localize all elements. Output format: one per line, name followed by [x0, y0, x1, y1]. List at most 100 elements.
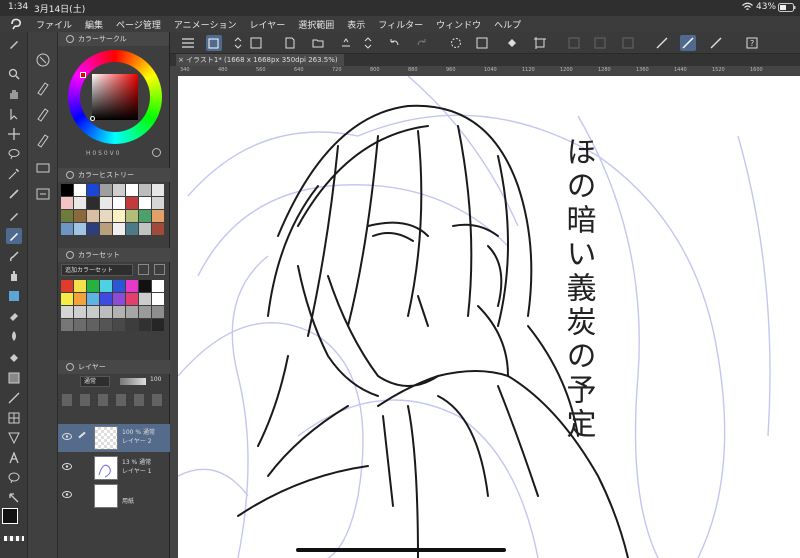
history-swatch[interactable]	[87, 197, 99, 209]
canvas-tab[interactable]: × イラスト1* (1668 x 1668px 350dpi 263.5%)	[176, 54, 344, 66]
blend-icon[interactable]	[6, 328, 22, 344]
color-set-swatch[interactable]	[113, 280, 125, 292]
history-swatch[interactable]	[126, 223, 138, 235]
menu-view[interactable]: 表示	[347, 18, 365, 31]
history-swatch[interactable]	[61, 223, 73, 235]
history-swatch[interactable]	[139, 197, 151, 209]
subtool-pen4-icon[interactable]	[35, 160, 51, 176]
color-set-swatch[interactable]	[61, 319, 73, 331]
subtool-pen5-icon[interactable]	[35, 186, 51, 202]
export-icon[interactable]	[338, 35, 354, 51]
text-icon[interactable]	[6, 450, 22, 466]
frame-icon[interactable]	[6, 410, 22, 426]
menu-file[interactable]: ファイル	[36, 18, 72, 31]
airbrush-icon[interactable]	[6, 268, 22, 284]
color-set-swatch[interactable]	[87, 319, 99, 331]
history-swatch[interactable]	[74, 184, 86, 196]
layer-toolbar[interactable]	[62, 394, 166, 406]
color-set-add-icon[interactable]	[154, 264, 165, 275]
main-color-swatch[interactable]	[2, 508, 18, 524]
color-set-swatch[interactable]	[139, 293, 151, 305]
color-set-swatch[interactable]	[126, 319, 138, 331]
color-set-swatch[interactable]	[100, 319, 112, 331]
layer-row[interactable]: 100 % 通常 レイヤー 2	[58, 424, 170, 452]
balloon-icon[interactable]	[6, 470, 22, 486]
blend-mode-select[interactable]: 通常	[80, 376, 110, 387]
history-swatch[interactable]	[61, 210, 73, 222]
color-set-swatch[interactable]	[139, 319, 151, 331]
history-swatch[interactable]	[74, 197, 86, 209]
correct-line-icon[interactable]	[6, 490, 22, 506]
ruler-icon[interactable]	[6, 430, 22, 446]
color-set-swatch[interactable]	[100, 293, 112, 305]
history-swatch[interactable]	[113, 210, 125, 222]
history-swatch[interactable]	[126, 197, 138, 209]
help-icon[interactable]: ?	[744, 35, 760, 51]
subtool-pen1-icon[interactable]	[35, 80, 51, 96]
menu-page[interactable]: ページ管理	[116, 18, 161, 31]
history-swatch[interactable]	[61, 184, 73, 196]
menu-layer[interactable]: レイヤー	[250, 18, 286, 31]
color-set-swatch[interactable]	[74, 319, 86, 331]
history-swatch[interactable]	[100, 223, 112, 235]
color-set-swatch[interactable]	[61, 293, 73, 305]
move-layer-icon[interactable]	[6, 126, 22, 142]
invert-selection-icon[interactable]	[592, 35, 608, 51]
eye-icon[interactable]	[62, 463, 72, 470]
color-marker[interactable]	[90, 116, 95, 121]
history-swatch[interactable]	[152, 184, 164, 196]
figure-icon[interactable]	[6, 390, 22, 406]
undo-icon[interactable]	[386, 35, 402, 51]
color-set-swatch[interactable]	[152, 280, 164, 292]
loading-icon[interactable]	[448, 35, 464, 51]
clip-studio-logo-icon[interactable]	[10, 18, 22, 30]
menu-animation[interactable]: アニメーション	[174, 18, 237, 31]
lasso-icon[interactable]	[6, 146, 22, 162]
pen-icon[interactable]	[6, 36, 22, 52]
edit-mode-icon[interactable]	[206, 35, 222, 51]
subtool-pen2-icon[interactable]	[35, 106, 51, 122]
hand-icon[interactable]	[6, 86, 22, 102]
color-set-swatch[interactable]	[74, 280, 86, 292]
eye-icon[interactable]	[62, 433, 72, 440]
open-folder-icon[interactable]	[310, 35, 326, 51]
color-set-swatch[interactable]	[152, 306, 164, 318]
correction-icon[interactable]	[654, 35, 670, 51]
fill-icon[interactable]	[6, 350, 22, 366]
color-set-swatch[interactable]	[126, 306, 138, 318]
history-swatch[interactable]	[74, 223, 86, 235]
history-swatch[interactable]	[87, 184, 99, 196]
eye-icon[interactable]	[62, 491, 72, 498]
color-set-swatch[interactable]	[100, 280, 112, 292]
eyedropper-icon[interactable]	[6, 186, 22, 202]
color-set-search-icon[interactable]	[138, 264, 149, 275]
hamburger-menu-icon[interactable]	[180, 35, 196, 51]
subtool-pen3-icon[interactable]	[35, 132, 51, 148]
history-swatch[interactable]	[87, 223, 99, 235]
history-swatch[interactable]	[61, 197, 73, 209]
color-circle-header[interactable]: カラーサークル	[58, 32, 169, 46]
color-set-swatch[interactable]	[126, 293, 138, 305]
history-swatch[interactable]	[113, 223, 125, 235]
eraser-icon[interactable]	[6, 308, 22, 324]
history-swatch[interactable]	[152, 210, 164, 222]
color-set-swatch[interactable]	[100, 306, 112, 318]
transparent-color-swatch[interactable]	[4, 536, 24, 541]
chevron-updown2-icon[interactable]	[360, 35, 376, 51]
color-set-swatch[interactable]	[87, 306, 99, 318]
color-history-grid[interactable]	[61, 184, 164, 235]
pencil-icon[interactable]	[6, 228, 22, 244]
history-swatch[interactable]	[74, 210, 86, 222]
menu-edit[interactable]: 編集	[85, 18, 103, 31]
menu-selection[interactable]: 選択範囲	[298, 18, 334, 31]
color-set-swatch[interactable]	[139, 306, 151, 318]
operation-icon[interactable]	[6, 106, 22, 122]
history-swatch[interactable]	[152, 197, 164, 209]
brush-stabilizer-icon[interactable]	[680, 35, 696, 51]
color-set-select[interactable]: 追加カラーセット	[61, 264, 133, 276]
color-set-swatch[interactable]	[126, 280, 138, 292]
color-set-swatch[interactable]	[74, 293, 86, 305]
transform-icon[interactable]	[532, 35, 548, 51]
menu-help[interactable]: ヘルプ	[494, 18, 521, 31]
decoration-icon[interactable]	[6, 288, 22, 304]
